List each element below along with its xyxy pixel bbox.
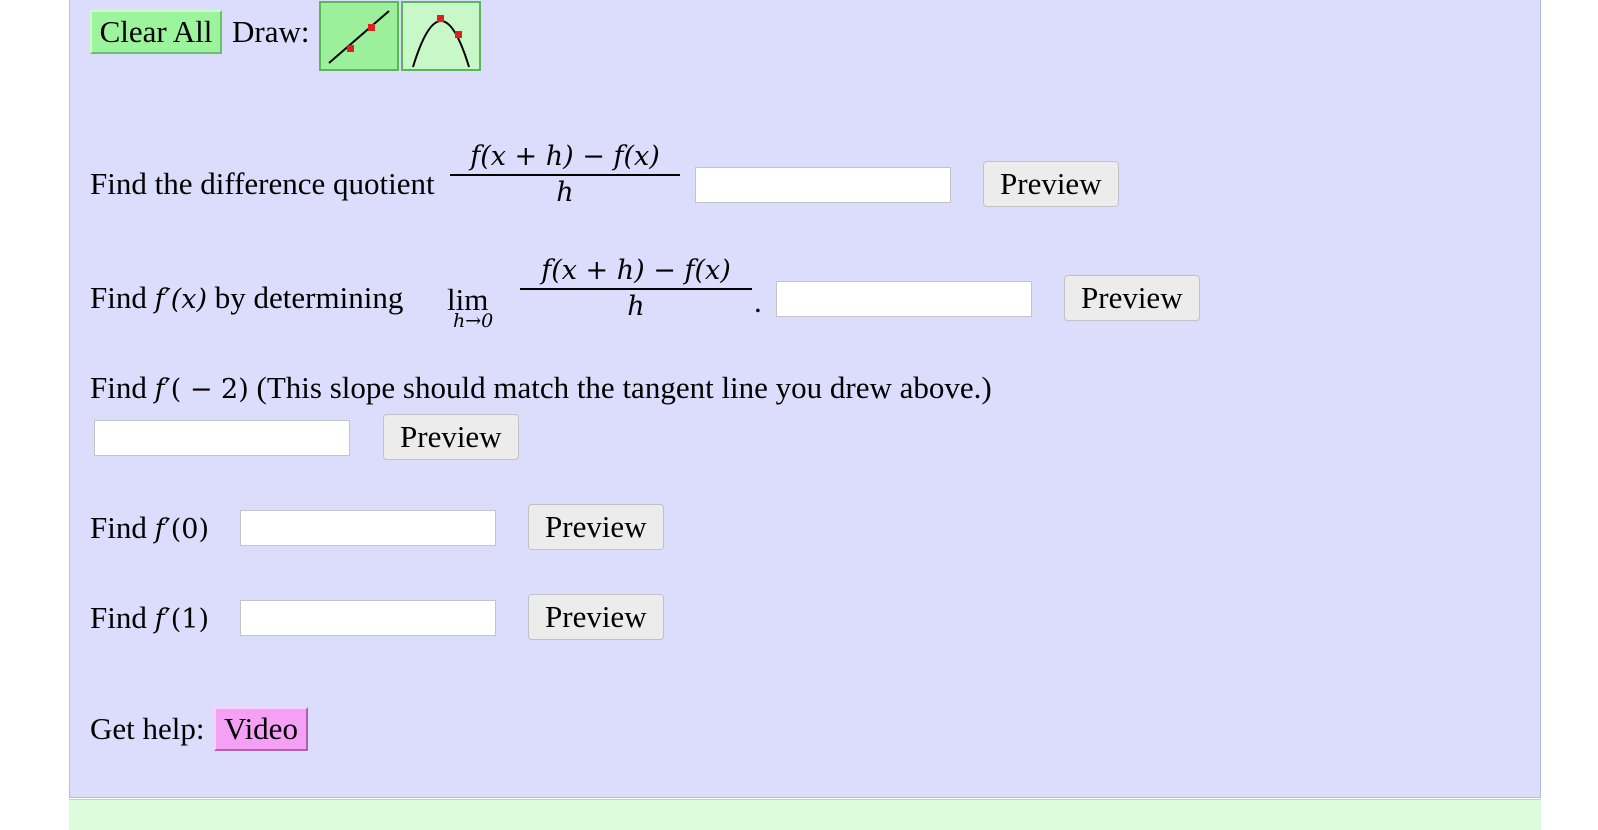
parabola-tool-button[interactable] xyxy=(401,1,481,71)
q5-func: f xyxy=(154,604,165,635)
q2-fraction: f(x + h) − f(x) h xyxy=(520,254,752,324)
get-help-label: Get help: xyxy=(90,711,205,746)
q2-period: . xyxy=(754,284,762,319)
q2-preview-button[interactable]: Preview xyxy=(1064,275,1200,321)
q1-preview-button[interactable]: Preview xyxy=(983,161,1119,207)
video-help-button[interactable]: Video xyxy=(214,707,308,751)
clear-all-button[interactable]: Clear All xyxy=(90,10,222,54)
q2-middle: by determining xyxy=(214,280,404,315)
q2-prefix: Find xyxy=(90,280,147,315)
q3-prefix: Find xyxy=(90,370,147,405)
q2-answer-input[interactable] xyxy=(776,281,1032,317)
parabola-icon xyxy=(412,15,470,68)
q5-answer-input[interactable] xyxy=(240,600,496,636)
q5-preview-button[interactable]: Preview xyxy=(528,594,664,640)
q1-numerator: f(x + h) − f(x) xyxy=(470,141,660,172)
q5-prefix: Find xyxy=(90,600,147,635)
q3-suffix: (This slope should match the tangent lin… xyxy=(256,370,992,405)
q4-preview-button[interactable]: Preview xyxy=(528,504,664,550)
q3-prompt: Find f′( − 2) (This slope should match t… xyxy=(90,370,992,408)
q2-lim-subscript: h→0 xyxy=(453,310,494,332)
q1-denominator: h xyxy=(556,177,574,208)
line-icon xyxy=(328,10,390,64)
q3-prime-arg: ′( − 2) xyxy=(164,374,249,405)
q4-answer-input[interactable] xyxy=(240,510,496,546)
q2-prime-arg: ′(x) xyxy=(164,284,208,315)
q4-prime-arg: ′(0) xyxy=(164,514,209,545)
q4-func: f xyxy=(154,514,165,545)
q3-func: f xyxy=(154,374,165,405)
q5-prime-arg: ′(1) xyxy=(164,604,209,635)
q3-preview-button[interactable]: Preview xyxy=(383,414,519,460)
q5-prompt: Find f′(1) xyxy=(90,600,209,638)
q2-numerator: f(x + h) − f(x) xyxy=(541,255,731,286)
q1-prompt: Find the difference quotient xyxy=(90,166,435,201)
draw-label: Draw: xyxy=(232,14,310,49)
q4-prompt: Find f′(0) xyxy=(90,510,209,548)
line-tool-button[interactable] xyxy=(319,1,399,71)
q2-prompt: Find f′(x) by determining xyxy=(90,280,403,318)
q2-denominator: h xyxy=(627,291,645,322)
q3-answer-input[interactable] xyxy=(94,420,350,456)
q2-func: f xyxy=(154,284,165,315)
q4-prefix: Find xyxy=(90,510,147,545)
q1-fraction: f(x + h) − f(x) h xyxy=(450,140,680,210)
q1-answer-input[interactable] xyxy=(695,167,951,203)
next-panel-edge xyxy=(69,799,1541,830)
